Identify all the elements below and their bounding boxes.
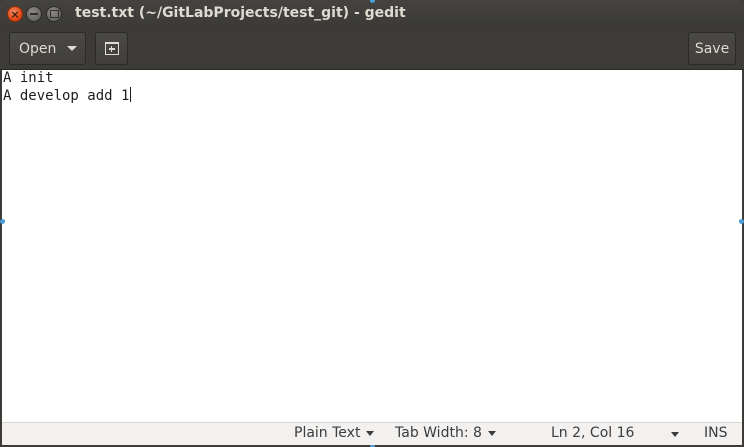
- resize-handle[interactable]: [739, 219, 744, 224]
- chevron-down-icon[interactable]: [671, 432, 679, 437]
- status-bar: Plain Text Tab Width: 8 Ln 2, Col 16 INS: [2, 422, 742, 445]
- chevron-down-icon: [366, 430, 375, 436]
- window-title: test.txt (~/GitLabProjects/test_git) - g…: [75, 5, 406, 21]
- new-document-button[interactable]: [95, 32, 128, 65]
- open-button-label: Open: [19, 40, 57, 57]
- maximize-icon[interactable]: [46, 6, 62, 22]
- open-button[interactable]: Open: [9, 32, 86, 65]
- header-bar: Open Save: [0, 28, 744, 70]
- save-button[interactable]: Save: [688, 32, 736, 65]
- tab-width-selector[interactable]: Tab Width: 8: [395, 425, 496, 441]
- language-selector[interactable]: Plain Text: [294, 425, 375, 441]
- language-label: Plain Text: [294, 425, 361, 441]
- editor-line: A develop add 1: [2, 87, 742, 104]
- chevron-down-icon: [487, 430, 496, 436]
- title-bar[interactable]: × test.txt (~/GitLabProjects/test_git) -…: [0, 0, 744, 28]
- gedit-window: × test.txt (~/GitLabProjects/test_git) -…: [0, 0, 744, 447]
- close-icon[interactable]: ×: [7, 6, 23, 22]
- resize-handle[interactable]: [0, 219, 5, 224]
- editor-line: A init: [2, 70, 742, 87]
- insert-mode-indicator: INS: [704, 425, 728, 441]
- new-tab-icon: [104, 42, 119, 55]
- text-editor[interactable]: A init A develop add 1: [2, 70, 742, 422]
- tab-width-label: Tab Width: 8: [395, 425, 482, 441]
- cursor-position[interactable]: Ln 2, Col 16: [551, 425, 634, 441]
- editor-line-text: A init: [3, 70, 54, 86]
- editor-line-text: A develop add 1: [3, 88, 130, 104]
- minimize-icon[interactable]: [26, 6, 42, 22]
- chevron-down-icon: [67, 46, 78, 51]
- text-cursor: [130, 87, 132, 102]
